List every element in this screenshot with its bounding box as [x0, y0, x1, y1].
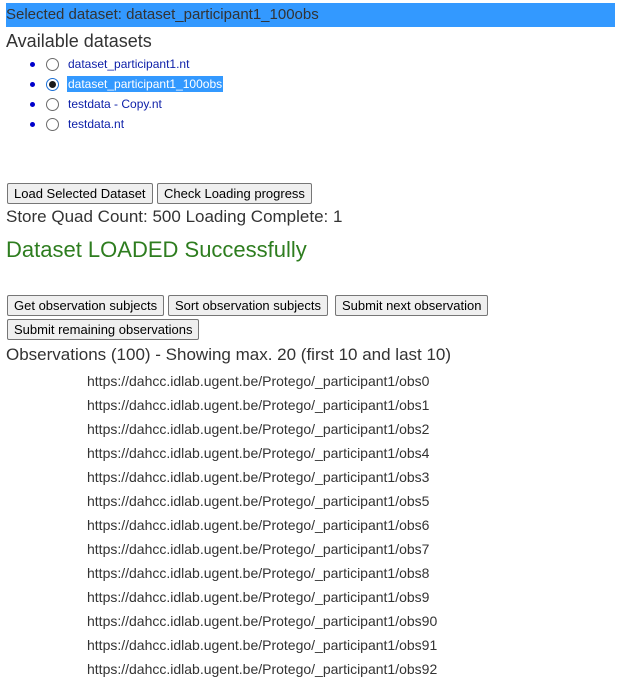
observation-item: https://dahcc.idlab.ugent.be/Protego/_pa… — [87, 493, 430, 509]
observation-item: https://dahcc.idlab.ugent.be/Protego/_pa… — [87, 613, 438, 629]
bullet-icon — [30, 121, 35, 127]
observation-item: https://dahcc.idlab.ugent.be/Protego/_pa… — [87, 469, 430, 485]
dataset-label[interactable]: testdata.nt — [67, 116, 125, 132]
dataset-list: dataset_participant1.nt dataset_particip… — [30, 54, 224, 134]
load-selected-dataset-button[interactable]: Load Selected Dataset — [7, 183, 153, 204]
observations-list: https://dahcc.idlab.ugent.be/Protego/_pa… — [87, 369, 437, 681]
observation-item: https://dahcc.idlab.ugent.be/Protego/_pa… — [87, 517, 430, 533]
bullet-icon — [30, 101, 35, 107]
observation-item: https://dahcc.idlab.ugent.be/Protego/_pa… — [87, 589, 430, 605]
observation-item: https://dahcc.idlab.ugent.be/Protego/_pa… — [87, 661, 438, 677]
observation-item: https://dahcc.idlab.ugent.be/Protego/_pa… — [87, 397, 430, 413]
dataset-item: dataset_participant1_100obs — [30, 74, 224, 94]
submit-next-observation-button[interactable]: Submit next observation — [335, 295, 489, 316]
observation-item: https://dahcc.idlab.ugent.be/Protego/_pa… — [87, 541, 430, 557]
observation-item: https://dahcc.idlab.ugent.be/Protego/_pa… — [87, 445, 430, 461]
store-quad-count-status: Store Quad Count: 500 Loading Complete: … — [6, 207, 343, 226]
dataset-item: testdata - Copy.nt — [30, 94, 223, 114]
observations-heading: Observations (100) - Showing max. 20 (fi… — [6, 345, 452, 364]
get-observation-subjects-button[interactable]: Get observation subjects — [7, 295, 165, 316]
dataset-label-selected[interactable]: dataset_participant1_100obs — [67, 76, 224, 92]
dataset-radio[interactable] — [46, 117, 59, 131]
bullet-icon — [30, 81, 35, 87]
dataset-loaded-message: Dataset LOADED Successfully — [6, 237, 307, 262]
dataset-item: dataset_participant1.nt — [30, 54, 223, 74]
dataset-radio-selected[interactable] — [46, 77, 59, 91]
submit-remaining-observations-button[interactable]: Submit remaining observations — [7, 319, 200, 340]
check-loading-progress-button[interactable]: Check Loading progress — [157, 183, 312, 204]
available-datasets-heading: Available datasets — [6, 31, 152, 51]
observation-item: https://dahcc.idlab.ugent.be/Protego/_pa… — [87, 421, 430, 437]
bullet-icon — [30, 61, 35, 67]
dataset-radio[interactable] — [46, 57, 59, 71]
selected-dataset-bar: Selected dataset: dataset_participant1_1… — [6, 3, 615, 27]
observation-item: https://dahcc.idlab.ugent.be/Protego/_pa… — [87, 373, 430, 389]
dataset-radio[interactable] — [46, 97, 59, 111]
observation-item: https://dahcc.idlab.ugent.be/Protego/_pa… — [87, 637, 438, 653]
dataset-label[interactable]: testdata - Copy.nt — [67, 96, 163, 112]
dataset-label[interactable]: dataset_participant1.nt — [67, 56, 190, 72]
observation-item: https://dahcc.idlab.ugent.be/Protego/_pa… — [87, 565, 430, 581]
sort-observation-subjects-button[interactable]: Sort observation subjects — [168, 295, 328, 316]
dataset-item: testdata.nt — [30, 114, 223, 134]
